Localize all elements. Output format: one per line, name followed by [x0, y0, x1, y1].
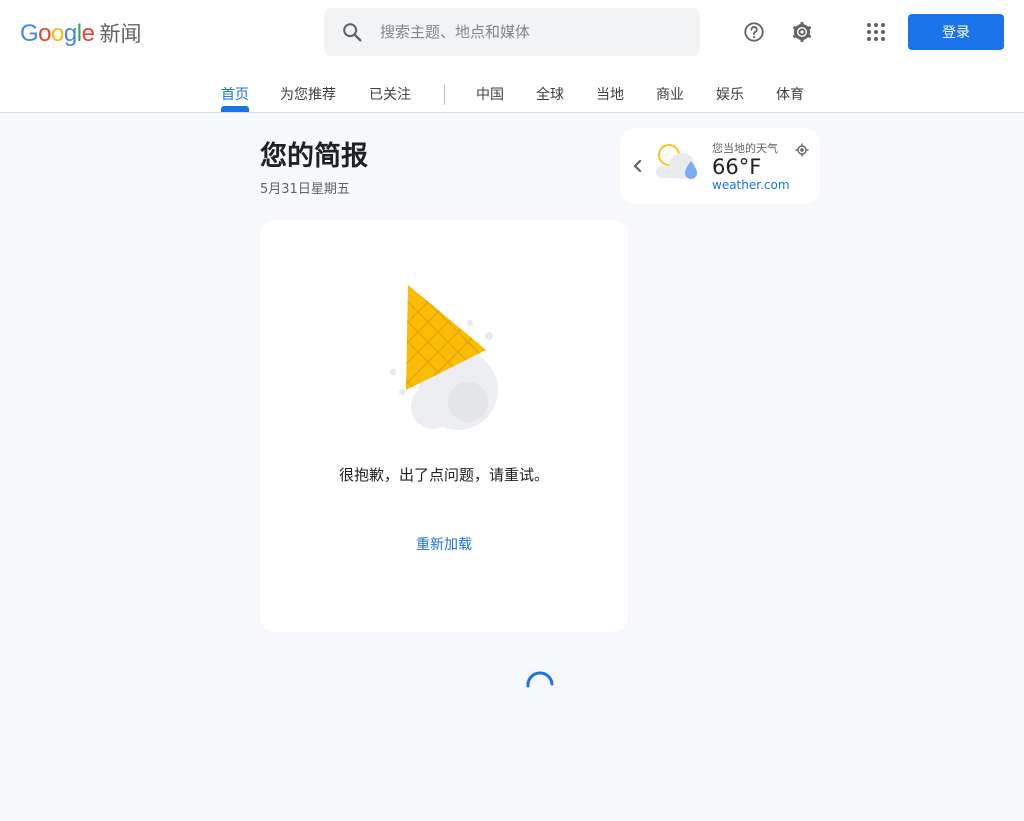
page-title: 您的简报	[260, 141, 368, 172]
google-news-logo[interactable]: Google 新闻	[20, 18, 141, 48]
reload-button[interactable]: 重新加载	[260, 534, 628, 554]
tab-sports[interactable]: 体育	[776, 84, 804, 104]
tab-local[interactable]: 当地	[596, 84, 624, 104]
tab-entertainment[interactable]: 娱乐	[716, 84, 744, 104]
tab-following[interactable]: 已关注	[369, 84, 411, 104]
apps-grid-icon[interactable]	[856, 12, 896, 52]
logo-letter: g	[63, 20, 77, 47]
weather-source-link[interactable]: weather.com	[712, 178, 790, 192]
weather-temperature: 66°F	[712, 155, 762, 179]
logo-letter: e	[81, 20, 95, 47]
tab-home[interactable]: 首页	[221, 84, 249, 104]
error-card: 很抱歉，出了点问题，请重试。 重新加载	[260, 220, 628, 632]
gear-icon[interactable]	[782, 12, 822, 52]
logo-letter: o	[51, 20, 64, 47]
tab-divider	[444, 84, 445, 105]
tab-for-you[interactable]: 为您推荐	[280, 84, 336, 104]
sign-in-button[interactable]: 登录	[908, 14, 1004, 50]
google-wordmark: Google	[20, 20, 95, 48]
top-bar: Google 新闻 搜索主题、地点和媒体 登录 首页 为您推荐 已关注 中国 全…	[0, 0, 1024, 113]
section-tabs: 首页 为您推荐 已关注 中国 全球 当地 商业 娱乐 体育	[0, 76, 1024, 113]
search-input[interactable]	[380, 23, 680, 41]
tab-world[interactable]: 全球	[536, 84, 564, 104]
briefing-date: 5月31日星期五	[260, 182, 350, 197]
my-location-icon[interactable]	[795, 142, 809, 161]
weather-label: 您当地的天气	[712, 142, 778, 155]
logo-letter: G	[20, 20, 39, 47]
help-circle-icon[interactable]	[734, 12, 774, 52]
tab-china[interactable]: 中国	[476, 84, 504, 104]
active-tab-indicator	[221, 106, 249, 112]
chevron-left-icon[interactable]	[630, 156, 646, 180]
search-bar[interactable]	[324, 8, 700, 56]
sun-rain-icon	[656, 142, 704, 190]
logo-news-label: 新闻	[99, 22, 142, 46]
logo-letter: o	[38, 20, 52, 47]
error-message: 很抱歉，出了点问题，请重试。	[338, 466, 549, 484]
loading-spinner-icon	[524, 666, 556, 702]
dropped-ice-cream-icon	[388, 282, 500, 436]
search-icon[interactable]	[324, 21, 380, 43]
tab-business[interactable]: 商业	[656, 84, 684, 104]
weather-widget[interactable]: 您当地的天气 66°F weather.com	[620, 128, 820, 204]
